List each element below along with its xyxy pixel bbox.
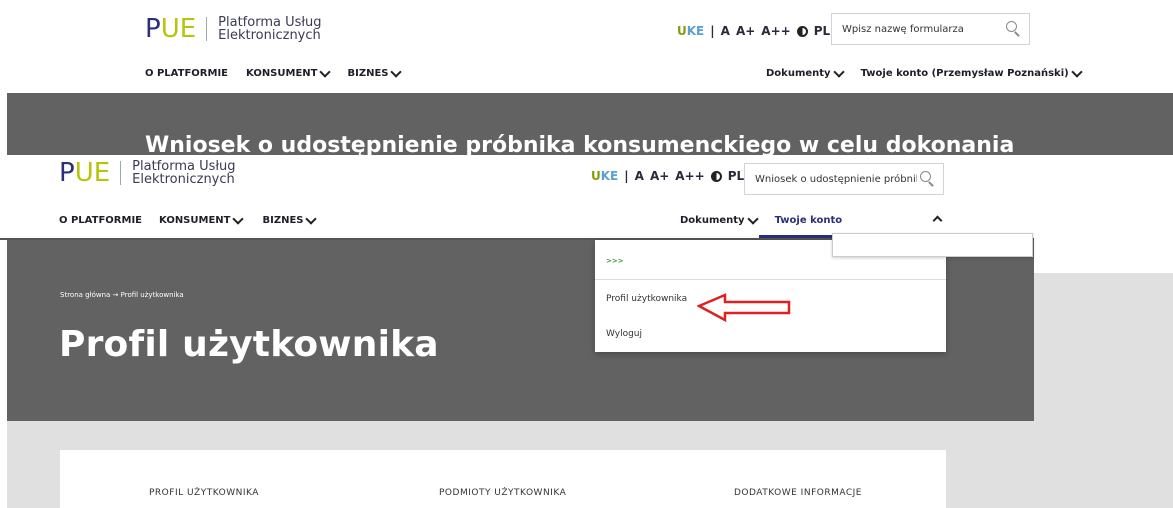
background-panel <box>1034 273 1173 508</box>
pue-logo-mark: PUE <box>145 14 197 44</box>
font-size-xlarge-button[interactable]: A++ <box>761 24 790 38</box>
separator: | <box>710 24 715 38</box>
back-hero-banner: Wniosek o udostępnienie próbnika konsume… <box>7 93 1173 155</box>
chevron-down-icon <box>232 212 245 225</box>
nav-documents[interactable]: Dokumenty <box>766 65 845 79</box>
nav-business[interactable]: BIZNES <box>262 212 318 226</box>
contrast-icon[interactable] <box>796 25 808 37</box>
chevron-down-icon <box>1071 65 1083 78</box>
back-main-nav: O PLATFORMIE KONSUMENT BIZNES <box>145 65 403 79</box>
chevron-down-icon <box>746 212 759 225</box>
search-icon[interactable] <box>1003 19 1023 39</box>
front-header: PUE Platforma Usług Elektronicznych UKE |… <box>0 155 1034 240</box>
nav-account[interactable]: Twoje konto (Przemysław Poznański) <box>861 65 1083 79</box>
nav-documents[interactable]: Dokumenty <box>680 212 759 226</box>
contrast-icon[interactable] <box>710 170 722 182</box>
chevron-down-icon <box>832 65 845 78</box>
profile-card: PROFIL UŻYTKOWNIKA PODMIOTY UŻYTKOWNIKA … <box>60 450 946 508</box>
account-active-underline <box>759 235 834 238</box>
logo-separator <box>206 17 208 41</box>
uke-link[interactable]: UKE <box>591 169 618 183</box>
nav-business[interactable]: BIZNES <box>347 65 403 79</box>
menu-item-logout[interactable]: Wyloguj <box>595 329 946 339</box>
section-heading-entities[interactable]: PODMIOTY UŻYTKOWNIKA <box>439 488 566 498</box>
annotation-arrow-icon <box>697 293 791 323</box>
front-accessibility-bar: UKE | A A+ A++ PL <box>591 169 758 183</box>
back-header: PUE Platforma Usług Elektronicznych UKE |… <box>0 0 1173 92</box>
nav-about[interactable]: O PLATFORMIE <box>59 215 142 226</box>
nav-account[interactable]: Twoje konto <box>775 215 843 226</box>
front-logo[interactable]: PUE Platforma Usług Elektronicznych <box>59 160 236 186</box>
back-search-input[interactable] <box>832 14 1003 44</box>
front-main-nav: O PLATFORMIE KONSUMENT BIZNES <box>59 212 318 226</box>
section-heading-profile[interactable]: PROFIL UŻYTKOWNIKA <box>149 488 259 498</box>
font-size-large-button[interactable]: A+ <box>650 169 669 183</box>
separator: | <box>624 169 629 183</box>
page-title: Profil użytkownika <box>59 324 439 365</box>
logo-text: Platforma Usług Elektronicznych <box>132 159 236 187</box>
font-size-normal-button[interactable]: A <box>635 169 644 183</box>
front-search-input[interactable] <box>745 164 917 194</box>
nav-consumer[interactable]: KONSUMENT <box>159 212 245 226</box>
breadcrumb[interactable]: Strona główna → Profil użytkownika <box>60 291 184 299</box>
chevron-up-icon[interactable] <box>932 215 943 226</box>
back-user-nav: Dokumenty Twoje konto (Przemysław Poznań… <box>766 65 1083 79</box>
chevron-down-icon <box>390 65 403 78</box>
chevron-down-icon <box>305 212 318 225</box>
back-search-box <box>831 13 1030 45</box>
font-size-normal-button[interactable]: A <box>721 24 730 38</box>
logo-separator <box>120 161 122 185</box>
font-size-xlarge-button[interactable]: A++ <box>675 169 704 183</box>
front-search-box <box>744 163 944 195</box>
section-heading-additional[interactable]: DODATKOWE INFORMACJE <box>734 488 862 498</box>
pue-logo-mark: PUE <box>59 158 111 188</box>
nav-about[interactable]: O PLATFORMIE <box>145 68 228 79</box>
back-logo[interactable]: PUE Platforma Usług Elektronicznych <box>145 16 322 42</box>
divider <box>595 279 946 280</box>
search-icon[interactable] <box>917 169 937 189</box>
nav-consumer[interactable]: KONSUMENT <box>246 65 332 79</box>
back-hero-title: Wniosek o udostępnienie próbnika konsume… <box>145 133 1015 155</box>
chevron-down-icon <box>319 65 332 78</box>
dropdown-current-entity[interactable]: >>> <box>595 257 946 265</box>
front-user-nav: Dokumenty Twoje konto <box>680 212 843 226</box>
back-accessibility-bar: UKE | A A+ A++ PL <box>677 24 844 38</box>
uke-link[interactable]: UKE <box>677 24 704 38</box>
account-tooltip <box>832 233 1033 257</box>
font-size-large-button[interactable]: A+ <box>736 24 755 38</box>
logo-text: Platforma Usług Elektronicznych <box>218 15 322 43</box>
